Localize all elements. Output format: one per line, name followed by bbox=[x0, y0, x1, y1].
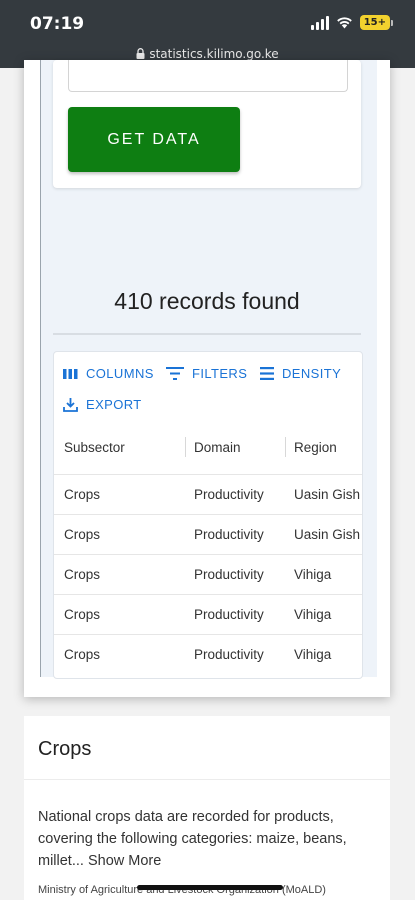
clock: 07:19 bbox=[30, 14, 85, 34]
table-row[interactable]: Crops Productivity Vihiga bbox=[54, 594, 362, 635]
table-row[interactable]: Crops Productivity Uasin Gish bbox=[54, 474, 362, 515]
wifi-icon bbox=[336, 17, 352, 29]
table-row[interactable]: Crops Productivity Vihiga bbox=[54, 554, 362, 595]
density-label: DENSITY bbox=[282, 366, 342, 381]
divider bbox=[53, 333, 361, 335]
cell-subsector: Crops bbox=[64, 607, 101, 622]
filters-label: FILTERS bbox=[192, 366, 248, 381]
cell-region: Vihiga bbox=[294, 567, 332, 582]
form-input[interactable] bbox=[68, 60, 348, 92]
cell-domain: Productivity bbox=[194, 527, 264, 542]
cell-region: Vihiga bbox=[294, 647, 332, 662]
battery-icon: 15+ bbox=[359, 15, 393, 30]
signal-icon bbox=[310, 15, 329, 30]
download-icon bbox=[63, 398, 78, 412]
cell-region: Uasin Gish bbox=[294, 527, 361, 542]
table-row[interactable]: Crops Productivity Uasin Gish bbox=[54, 514, 362, 555]
density-icon bbox=[260, 367, 274, 380]
status-icons: 15+ bbox=[310, 15, 393, 30]
records-count: 410 records found bbox=[114, 288, 300, 314]
lock-icon bbox=[136, 48, 145, 59]
cell-domain: Productivity bbox=[194, 487, 264, 502]
data-grid: COLUMNS FILTERS DENSITY EXPORT Subsector… bbox=[53, 351, 363, 679]
filters-button[interactable]: FILTERS bbox=[166, 366, 247, 381]
cell-domain: Productivity bbox=[194, 647, 264, 662]
column-separator[interactable] bbox=[185, 437, 186, 457]
url-text: statistics.kilimo.go.ke bbox=[149, 47, 279, 61]
cell-subsector: Crops bbox=[64, 527, 101, 542]
column-separator[interactable] bbox=[285, 437, 286, 457]
columns-icon bbox=[63, 368, 78, 379]
density-button[interactable]: DENSITY bbox=[260, 366, 341, 381]
crops-title: Crops bbox=[38, 738, 92, 760]
description-text: National crops data are recorded for pro… bbox=[38, 809, 347, 869]
crops-description: National crops data are recorded for pro… bbox=[38, 806, 378, 872]
cell-domain: Productivity bbox=[194, 567, 264, 582]
home-indicator[interactable] bbox=[137, 885, 283, 890]
cell-region: Vihiga bbox=[294, 607, 332, 622]
show-more-link[interactable]: Show More bbox=[88, 853, 161, 869]
export-label: EXPORT bbox=[86, 397, 142, 412]
cell-domain: Productivity bbox=[194, 607, 264, 622]
column-header-subsector[interactable]: Subsector bbox=[64, 440, 125, 455]
filter-icon bbox=[166, 367, 184, 380]
column-header-domain[interactable]: Domain bbox=[194, 440, 241, 455]
export-button[interactable]: EXPORT bbox=[63, 397, 142, 412]
get-data-button[interactable]: GET DATA bbox=[68, 107, 240, 172]
cell-region: Uasin Gish bbox=[294, 487, 361, 502]
columns-label: COLUMNS bbox=[86, 366, 154, 381]
address-bar[interactable]: statistics.kilimo.go.ke bbox=[0, 47, 415, 61]
cell-subsector: Crops bbox=[64, 647, 101, 662]
battery-level: 15+ bbox=[359, 15, 390, 30]
status-bar: 07:19 15+ statistics.kilimo.go.ke bbox=[0, 0, 415, 68]
cell-subsector: Crops bbox=[64, 487, 101, 502]
divider bbox=[24, 779, 390, 780]
columns-button[interactable]: COLUMNS bbox=[63, 366, 154, 381]
cell-subsector: Crops bbox=[64, 567, 101, 582]
table-row[interactable]: Crops Productivity Vihiga bbox=[54, 634, 362, 675]
column-header-region[interactable]: Region bbox=[294, 440, 337, 455]
